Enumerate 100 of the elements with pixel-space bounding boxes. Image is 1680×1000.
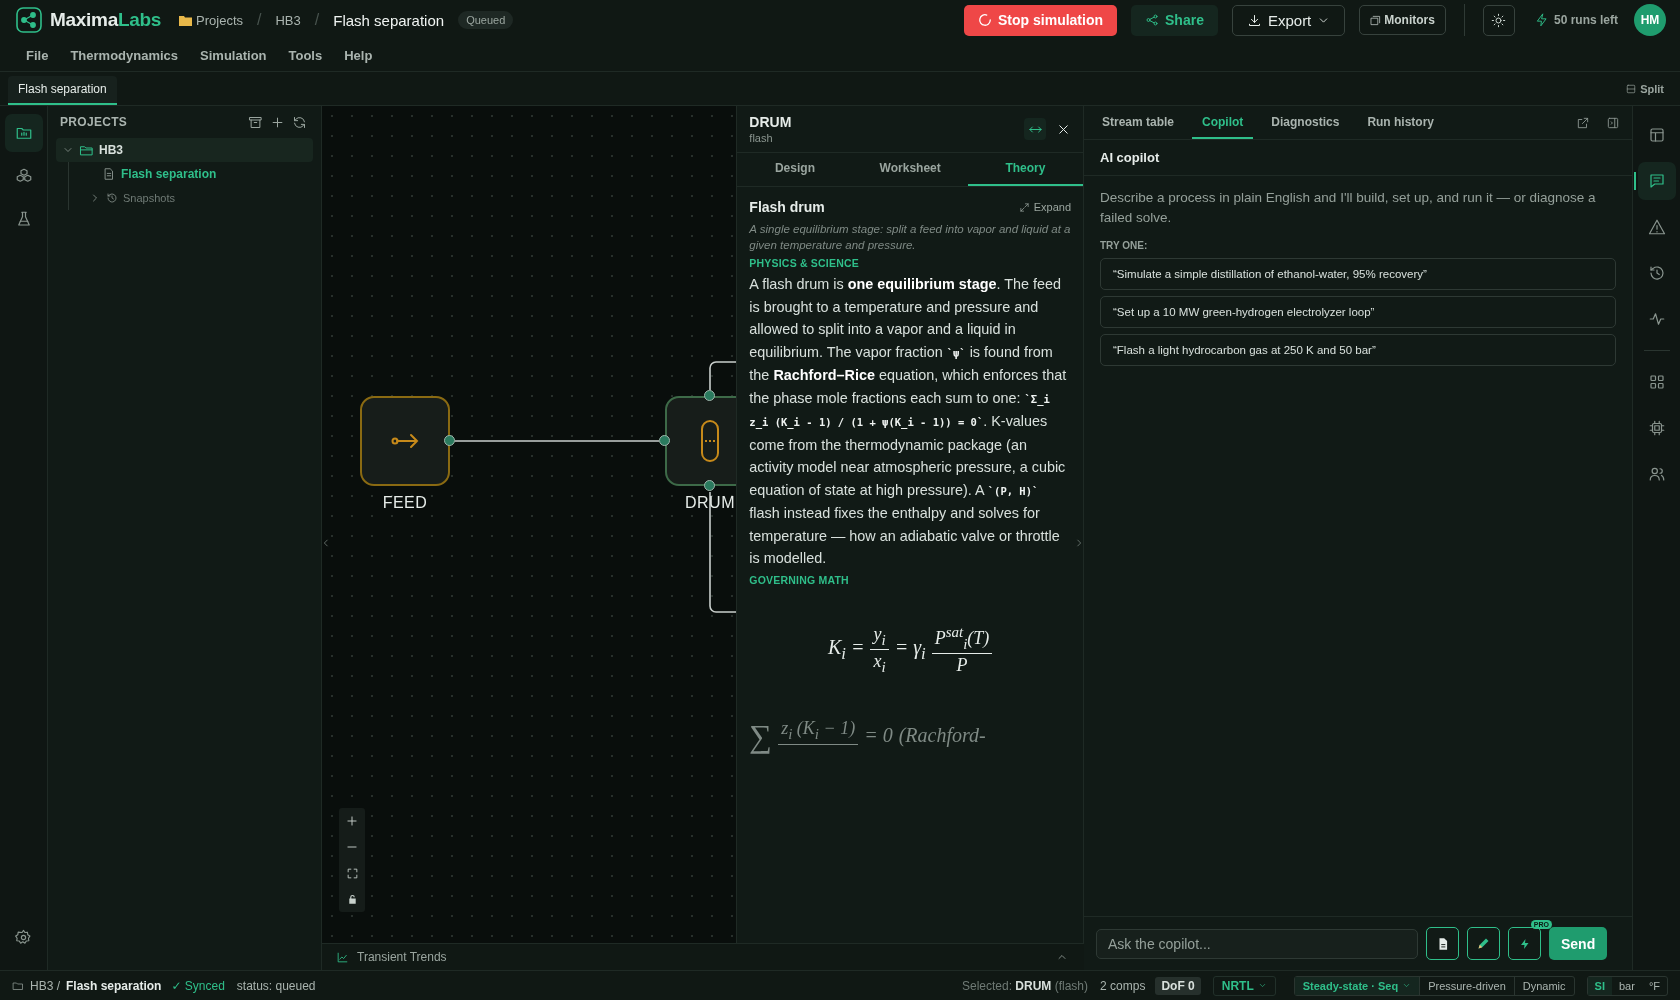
tree-item[interactable]: HB3: [56, 138, 313, 162]
add-icon[interactable]: [270, 114, 285, 130]
archive-icon[interactable]: [248, 114, 263, 130]
suggestion-button[interactable]: “Simulate a simple distillation of ethanol-water, 95% recovery”: [1100, 258, 1616, 290]
warning-icon: [1647, 218, 1666, 236]
panel-heading: AI copilot: [1084, 140, 1632, 176]
pulse-icon: [1647, 310, 1666, 328]
connector-line: [709, 361, 737, 391]
download-icon: [1246, 12, 1262, 28]
breadcrumb-item[interactable]: Projects: [196, 12, 244, 28]
menu-item[interactable]: Simulation: [200, 47, 267, 63]
pencil-button[interactable]: [1467, 927, 1500, 960]
unit-option[interactable]: bar: [1611, 976, 1642, 995]
mode-option[interactable]: Dynamic: [1513, 976, 1574, 995]
tab[interactable]: Diagnostics: [1261, 106, 1350, 139]
menu-item[interactable]: Help: [344, 47, 373, 63]
mode-option[interactable]: Pressure-driven: [1419, 976, 1514, 995]
stop-simulation-button[interactable]: Stop simulation: [964, 4, 1117, 36]
monitors-button[interactable]: Monitors: [1359, 5, 1446, 35]
zoom-in-icon[interactable]: [345, 814, 359, 828]
tab[interactable]: Design: [737, 153, 853, 186]
chat-icon: [1647, 172, 1666, 190]
tree-item[interactable]: Flash separation: [79, 162, 313, 186]
settings-icon[interactable]: [15, 928, 32, 946]
theory-paragraph: A flash drum is one equilibrium stage. The feed is brought to a temperature and pressure and allowed to split into a vapor and a liquid in equilibrium. The vapor fraction `ψ` is found from the Rachford–Rice equation, which enforces that the phase mole fractions each sum to one: `Σ_i z_i (K_i - 1) / (1 + ψ(K_i - 1)) = 0`. K-values come from the thermodynamic package (an activity model near atmospheric pressure, a cubic equation of state at high pressure). A `(P, H)` flash instead fixes the enthalpy and solves for temperature — how an adiabatic valve or throttle is modelled.: [749, 275, 1068, 568]
intro-text: Describe a process in plain English and I'll build, set up, and run it — or diagnose a failed solve.: [1100, 189, 1597, 227]
port-dot[interactable]: [704, 390, 715, 401]
sidebar-tab[interactable]: [1637, 162, 1676, 200]
runs-left-text: 50 runs left: [1553, 13, 1618, 27]
theme-toggle-button[interactable]: [1482, 4, 1515, 36]
expand-button[interactable]: Expand: [1018, 201, 1071, 213]
sun-icon: [1491, 12, 1507, 28]
breadcrumb-separator: /: [257, 11, 262, 29]
arrow-icon: [390, 432, 420, 450]
node-label: FEED: [382, 494, 428, 512]
port-dot[interactable]: [659, 435, 670, 446]
lightning-icon: [1534, 13, 1549, 27]
port-dot[interactable]: [444, 435, 455, 446]
suggestion-button[interactable]: “Flash a light hydrocarbon gas at 250 K and 50 bar”: [1100, 334, 1616, 366]
port-dot[interactable]: [704, 480, 715, 491]
status-badge: Queued: [458, 11, 514, 29]
lock-icon[interactable]: [346, 893, 358, 905]
run-status: status: queued: [236, 978, 316, 993]
sidebar-tab[interactable]: [4, 114, 43, 152]
tab[interactable]: Copilot: [1192, 106, 1254, 139]
status-path: HB3 /: [30, 978, 60, 993]
fit-view-icon[interactable]: [345, 866, 359, 880]
tree-item[interactable]: Snapshots: [83, 186, 313, 210]
share-button[interactable]: Share: [1131, 4, 1218, 36]
package-dropdown[interactable]: NRTL: [1212, 975, 1276, 996]
cubes-icon: [14, 167, 33, 185]
menu-item[interactable]: Tools: [288, 47, 323, 63]
section-label: PHYSICS & SCIENCE: [749, 257, 860, 269]
refresh-icon[interactable]: [292, 114, 307, 130]
section-label: GOVERNING MATH: [749, 573, 850, 586]
tab[interactable]: Stream table: [1092, 106, 1185, 139]
chart-icon: [336, 950, 349, 964]
panel-toggle-icon[interactable]: [1606, 115, 1620, 130]
breadcrumb-separator: /: [314, 11, 320, 29]
document-tab[interactable]: Flash separation: [8, 76, 117, 105]
unit-title: DRUM: [749, 114, 793, 130]
tab[interactable]: Worksheet: [852, 153, 968, 186]
trends-label: Transient Trends: [357, 950, 447, 964]
panel-title: PROJECTS: [60, 115, 128, 129]
unit-type: flash: [749, 132, 774, 144]
tab[interactable]: Run history: [1357, 106, 1445, 139]
mode-option[interactable]: Steady-state · Seq: [1294, 976, 1420, 995]
caret-icon: [1257, 981, 1267, 990]
breadcrumb-item: Flash separation: [333, 11, 445, 29]
summary-text: A single equilibrium stage: split a feed into vapor and liquid at a given temperature and pressure.: [749, 222, 1071, 253]
equation: ∑ z$_{i}$ (K$_{i}$ − 1) = 0 (Rachford-: [749, 718, 987, 757]
folder-icon: [179, 14, 193, 26]
pencil-icon: [1476, 936, 1491, 951]
breadcrumb-item[interactable]: HB3: [275, 12, 301, 28]
split-icon: [1626, 83, 1637, 94]
split-button[interactable]: Split: [1626, 82, 1664, 95]
component-count: 2 comps: [1100, 978, 1146, 993]
unit-node[interactable]: [360, 396, 450, 486]
selection-info: Selected: DRUM (flash): [962, 978, 1089, 993]
copilot-input[interactable]: Ask the copilot...: [1096, 928, 1418, 959]
unit-option[interactable]: SI: [1587, 976, 1612, 995]
chip-icon: [1647, 419, 1666, 437]
expand-icon: [1018, 201, 1030, 213]
unit-node[interactable]: [665, 396, 737, 486]
suggestion-button[interactable]: “Set up a 10 MW green-hydrogen electrolyzer loop”: [1100, 296, 1616, 328]
menu-item[interactable]: Thermodynamics: [70, 47, 179, 63]
document-button[interactable]: [1426, 927, 1459, 960]
dof-badge: DoF 0: [1155, 976, 1201, 995]
unit-option[interactable]: °F: [1641, 976, 1667, 995]
menu-item[interactable]: File: [26, 47, 49, 63]
sync-status: ✓ Synced: [171, 978, 225, 993]
external-link-icon[interactable]: [1576, 115, 1590, 130]
users-icon: [1647, 465, 1666, 483]
export-button[interactable]: Export: [1231, 4, 1346, 36]
table-icon: [1647, 126, 1666, 144]
file-icon: [102, 167, 116, 181]
swap-button[interactable]: [1024, 118, 1046, 140]
caret-icon: [1402, 981, 1412, 990]
history-icon: [106, 192, 118, 204]
brand-name: MaximaLabs: [50, 9, 162, 31]
